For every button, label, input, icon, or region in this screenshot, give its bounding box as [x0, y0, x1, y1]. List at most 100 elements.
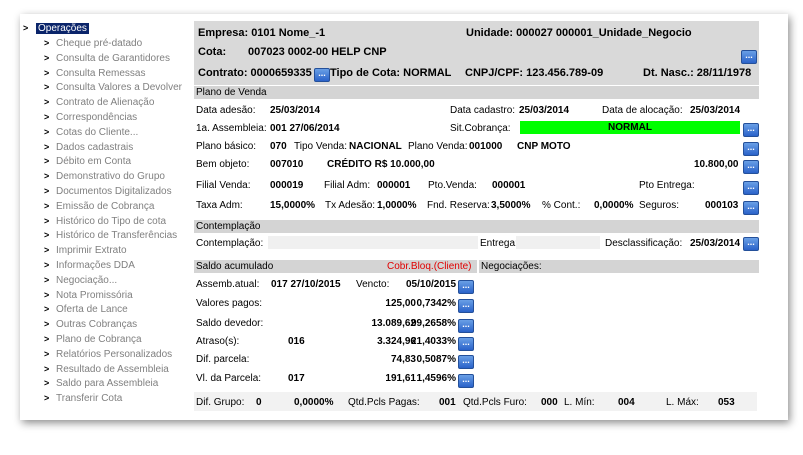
desclassificacao-value: 25/03/2014 — [690, 238, 741, 249]
sidebar-item[interactable]: > Informações DDA — [44, 259, 135, 272]
tree-root-operacoes[interactable]: > Operações — [23, 22, 89, 35]
chevron-right-icon: > — [44, 260, 50, 270]
l-max-value: 053 — [718, 397, 735, 408]
vl-parcela-pct: 1,4596% — [416, 373, 456, 384]
section-plano-venda: Plano de Venda — [194, 86, 759, 99]
sidebar-item[interactable]: > Consulta Valores a Devolver — [44, 81, 182, 94]
chevron-right-icon: > — [44, 171, 50, 182]
sidebar-item[interactable]: > Plano de Cobrança — [44, 333, 142, 346]
vencto-ellipsis-button[interactable]: ... — [458, 280, 474, 294]
sidebar-item[interactable]: > Imprimir Extrato — [44, 244, 127, 257]
bem-objeto-desc: CRÉDITO R$ 10.000,00 — [327, 159, 435, 170]
sidebar-item-label: Relatórios Personalizados — [56, 348, 173, 360]
qtd-furo-label: Qtd.Pcls Furo: — [463, 397, 527, 408]
sidebar-item-label: Débito em Conta — [56, 156, 132, 168]
sidebar-item-label: Demonstrativo do Grupo — [56, 171, 165, 183]
seguros-value: 000103 — [705, 200, 739, 211]
sidebar-item[interactable]: > Cotas do Cliente... — [44, 126, 139, 139]
tx-adesao-label: Tx Adesão: — [325, 200, 376, 211]
chevron-right-icon: > — [44, 393, 50, 404]
filial-adm-value: 000001 — [377, 180, 411, 191]
plano-venda-code: 001000 — [469, 141, 503, 152]
vencto-value: 05/10/2015 — [406, 279, 457, 290]
sidebar-item-label: Informações DDA — [56, 260, 135, 271]
sidebar-item[interactable]: > Débito em Conta — [44, 155, 132, 168]
chevron-right-icon: > — [44, 274, 50, 285]
chevron-right-icon: > — [44, 67, 50, 78]
ellipsis-button[interactable]: ... — [741, 50, 757, 64]
header-panel: Empresa: 0101 Nome_-1 Unidade: 000027 00… — [194, 21, 759, 85]
sidebar-item-label: Histórico de Transferências — [56, 230, 178, 242]
sidebar-item[interactable]: > Documentos Digitalizados — [44, 185, 172, 198]
sidebar-item[interactable]: > Resultado de Assembleia — [44, 363, 169, 376]
dif-parcela-pct: 0,5087% — [416, 354, 456, 365]
chevron-right-icon: > — [44, 52, 50, 63]
sidebar-item[interactable]: > Demonstrativo do Grupo — [44, 170, 165, 183]
sit-cobranca-ellipsis-button[interactable]: ... — [743, 123, 759, 137]
sidebar-item[interactable]: > Contrato de Alienação — [44, 96, 154, 109]
chevron-right-icon: > — [44, 200, 50, 211]
plano-venda-name: CNP MOTO — [517, 141, 571, 152]
sidebar-item[interactable]: > Negociação... — [44, 274, 117, 287]
sidebar-item[interactable]: > Correspondências — [44, 111, 137, 124]
saldo-section-title: Saldo acumulado — [196, 261, 274, 272]
atrasos-ellipsis-button[interactable]: ... — [458, 337, 474, 351]
data-adesao-value: 25/03/2014 — [270, 105, 321, 116]
data-cadastro-value: 25/03/2014 — [519, 105, 570, 116]
dif-grupo-value: 0 — [256, 397, 262, 408]
sidebar-item[interactable]: > Cheque pré-datado — [44, 37, 142, 50]
desclassificacao-ellipsis-button[interactable]: ... — [743, 237, 759, 251]
sidebar-item[interactable]: > Consulta Remessas — [44, 67, 145, 80]
sidebar-item-label: Saldo para Assembleia — [56, 378, 159, 390]
sidebar-item-label: Imprimir Extrato — [56, 245, 127, 257]
sidebar-item[interactable]: > Nota Promissória — [44, 289, 133, 302]
cota-label: Cota: — [198, 46, 227, 58]
filial-venda-label: Filial Venda: — [196, 180, 251, 191]
desclassificacao-label: Desclassificação: — [605, 238, 683, 249]
chevron-right-icon: > — [44, 348, 50, 359]
pct-cont-value: 0,0000% — [594, 200, 634, 211]
saldo-devedor-label: Saldo devedor: — [196, 318, 264, 329]
chevron-right-icon: > — [44, 319, 50, 330]
chevron-right-icon: > — [44, 245, 50, 256]
plano-venda-ellipsis-button[interactable]: ... — [743, 142, 759, 156]
fnd-reserva-label: Fnd. Reserva: — [427, 200, 490, 211]
sidebar-item[interactable]: > Emissão de Cobrança — [44, 200, 154, 213]
sidebar-item[interactable]: > Dados cadastrais — [44, 141, 133, 154]
valores-pagos-ellipsis-button[interactable]: ... — [458, 299, 474, 313]
sidebar-item[interactable]: > Saldo para Assembleia — [44, 377, 159, 390]
main-panel: Empresa: 0101 Nome_-1 Unidade: 000027 00… — [194, 21, 759, 411]
cnpj-text: CNPJ/CPF: 123.456.789-09 — [465, 67, 604, 79]
sidebar-item[interactable]: > Histórico de Transferências — [44, 229, 178, 242]
seguros-ellipsis-button[interactable]: ... — [743, 201, 759, 215]
sidebar-item-label: Cotas do Cliente... — [56, 126, 139, 138]
contemplacao-field — [268, 236, 478, 249]
contrato-ellipsis-button[interactable]: ... — [314, 68, 330, 82]
pto-entrega-ellipsis-button[interactable]: ... — [743, 181, 759, 195]
assemb-atual-label: Assemb.atual: — [196, 279, 260, 290]
sidebar-item[interactable]: > Consulta de Garantidores — [44, 52, 170, 65]
sidebar-item[interactable]: > Histórico do Tipo de cota — [44, 215, 167, 228]
l-min-label: L. Mín: — [564, 397, 595, 408]
chevron-right-icon: > — [44, 82, 50, 93]
tipo-cota-text: Tipo de Cota: NORMAL — [330, 67, 452, 79]
chevron-right-icon: > — [44, 141, 50, 152]
cobr-bloq-text: Cobr.Bloq.(Cliente) — [387, 261, 472, 272]
valores-pagos-pct: 0,7342% — [416, 298, 456, 309]
sidebar-item[interactable]: > Outras Cobranças — [44, 318, 137, 331]
chevron-right-icon: > — [44, 230, 50, 241]
pto-entrega-label: Pto Entrega: — [639, 180, 695, 191]
vl-parcela-ellipsis-button[interactable]: ... — [458, 374, 474, 388]
sidebar-item[interactable]: > Relatórios Personalizados — [44, 348, 173, 361]
sidebar-item[interactable]: > Transferir Cota — [44, 392, 122, 405]
tx-adesao-value: 1,0000% — [377, 200, 417, 211]
sidebar-item-label: Histórico do Tipo de cota — [56, 215, 167, 227]
data-cadastro-label: Data cadastro: — [450, 105, 516, 116]
chevron-right-icon: > — [44, 289, 50, 300]
dif-parcela-ellipsis-button[interactable]: ... — [458, 355, 474, 369]
tipo-venda-value: NACIONAL — [349, 141, 402, 152]
chevron-right-icon: > — [44, 112, 50, 122]
saldo-devedor-ellipsis-button[interactable]: ... — [458, 319, 474, 333]
bem-objeto-ellipsis-button[interactable]: ... — [743, 160, 759, 174]
sidebar-item[interactable]: > Oferta de Lance — [44, 303, 128, 316]
